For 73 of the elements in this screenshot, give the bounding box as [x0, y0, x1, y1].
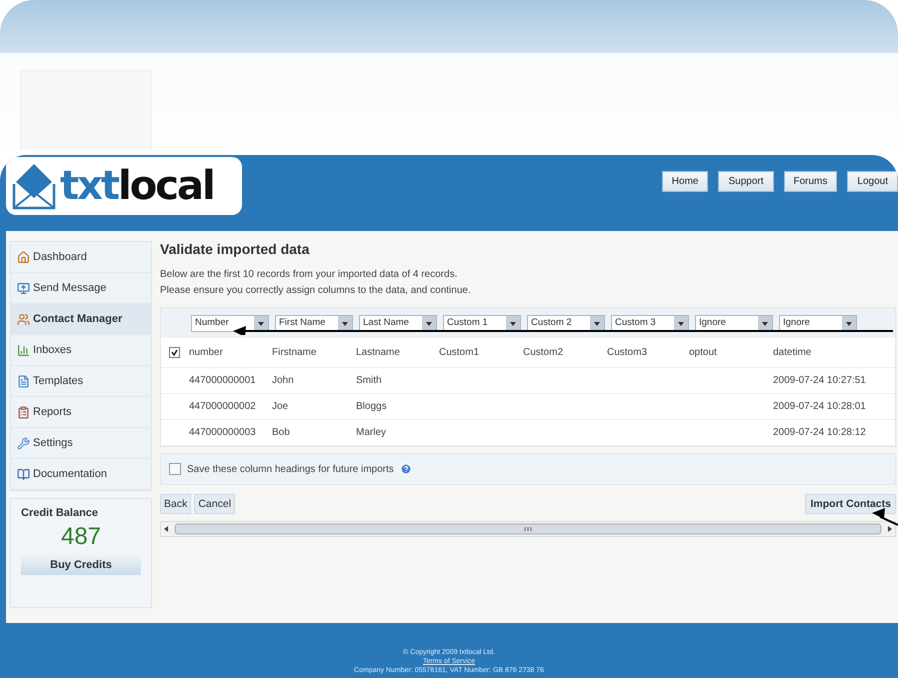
column-select[interactable]: Custom 1: [443, 314, 521, 332]
column-select[interactable]: Custom 3: [611, 314, 689, 332]
caret-icon: [674, 316, 688, 330]
credit-amount: 487: [60, 523, 102, 551]
clipboard-icon: [17, 406, 30, 418]
nav-button[interactable]: Support: [718, 171, 774, 192]
select-all-checkbox[interactable]: [169, 347, 180, 358]
column-header: optout: [689, 347, 717, 358]
house-icon: [17, 250, 30, 264]
description-text: Below are the first 10 records from your imported data of 4 records.: [160, 268, 458, 282]
save-headings-checkbox[interactable]: [169, 463, 181, 475]
table-cell: John: [272, 375, 294, 386]
form-button[interactable]: Back: [160, 494, 192, 514]
table-cell: 2009-07-24 10:28:12: [773, 427, 866, 438]
column-header: Custom2: [523, 347, 564, 358]
nav-button[interactable]: Forums: [784, 171, 838, 192]
table-cell: Smith: [356, 375, 382, 386]
import-contacts-button[interactable]: Import Contacts: [805, 494, 896, 514]
table-cell: 447000000002: [189, 401, 256, 412]
caret-icon: [506, 316, 520, 330]
bar-chart-icon: [17, 344, 30, 356]
form-button[interactable]: Cancel: [194, 494, 236, 514]
table-cell: 2009-07-24 10:28:01: [773, 401, 866, 412]
people-icon: [17, 312, 30, 326]
column-select[interactable]: Number: [191, 314, 269, 332]
table-cell: 2009-07-24 10:27:51: [773, 375, 866, 386]
table-cell: Bob: [272, 427, 290, 438]
nav-button[interactable]: Home: [662, 171, 708, 192]
table-cell: Joe: [272, 401, 288, 412]
column-header: number: [189, 347, 223, 358]
caret-icon: [842, 316, 856, 330]
sidebar-item[interactable]: Settings: [11, 428, 151, 459]
book-icon: [17, 468, 30, 480]
monitor-icon: [17, 282, 30, 294]
envelope-icon: [12, 162, 56, 210]
caret-icon: [254, 316, 268, 330]
credit-title: Credit Balance: [21, 507, 100, 519]
sidebar-item[interactable]: Dashboard: [11, 242, 151, 273]
column-header: Lastname: [356, 347, 400, 358]
column-header: Custom3: [607, 347, 648, 358]
column-select[interactable]: First Name: [275, 314, 353, 332]
column-select[interactable]: Ignore: [695, 314, 773, 332]
logo-text: txtlocal: [60, 163, 214, 209]
horizontal-scrollbar[interactable]: [160, 521, 896, 537]
table-cell: 447000000001: [189, 375, 256, 386]
save-headings-label: Save these column headings for future imports: [187, 464, 394, 474]
logo[interactable]: txtlocal: [6, 157, 242, 215]
description-text: Please ensure you correctly assign columns to the data, and continue.: [160, 284, 472, 298]
nav-button[interactable]: Logout: [847, 171, 898, 192]
help-icon[interactable]: [400, 463, 412, 475]
caret-icon: [758, 316, 772, 330]
column-header: Firstname: [272, 347, 316, 358]
sidebar-item[interactable]: Templates: [11, 366, 151, 397]
caret-icon: [338, 316, 352, 330]
column-header: datetime: [773, 347, 812, 358]
wrench-icon: [17, 436, 30, 450]
table-cell: Marley: [356, 427, 386, 438]
sidebar-item[interactable]: Contact Manager: [11, 304, 151, 335]
column-select[interactable]: Custom 2: [527, 314, 605, 332]
column-select[interactable]: Last Name: [359, 314, 437, 332]
annotation-arrow: [872, 508, 898, 526]
page-title: Validate imported data: [160, 241, 310, 257]
table-cell: 447000000003: [189, 427, 256, 438]
column-select[interactable]: Ignore: [779, 314, 857, 332]
buy-credits-button[interactable]: Buy Credits: [21, 555, 141, 575]
table-cell: Bloggs: [356, 401, 387, 412]
caret-icon: [590, 316, 604, 330]
sidebar-item[interactable]: Documentation: [11, 459, 151, 490]
sidebar-item[interactable]: Inboxes: [11, 335, 151, 366]
column-header: Custom1: [439, 347, 480, 358]
document-icon: [17, 374, 30, 388]
caret-icon: [422, 316, 436, 330]
sidebar-item[interactable]: Reports: [11, 397, 151, 428]
